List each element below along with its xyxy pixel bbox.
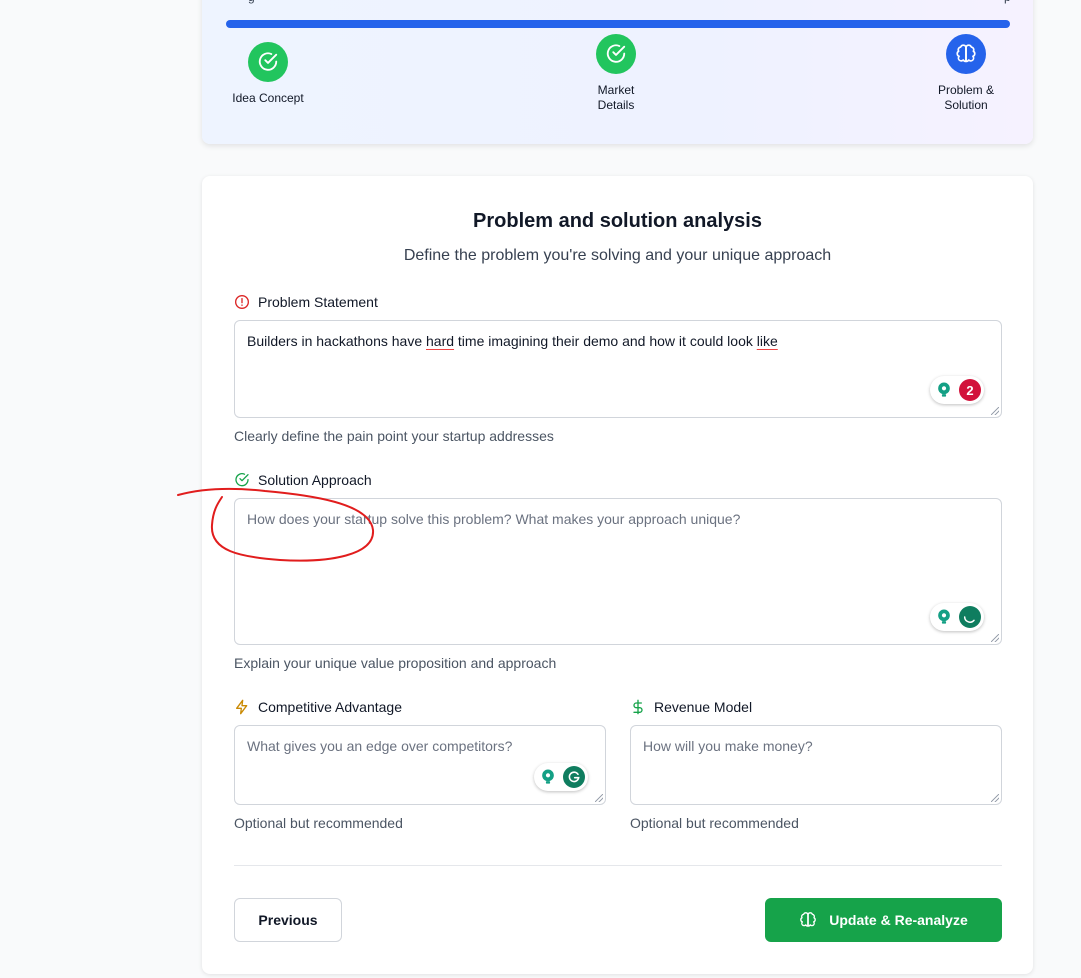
lightbulb-icon[interactable]	[933, 379, 955, 401]
solution-placeholder: How does your startup solve this problem…	[247, 511, 741, 527]
cut-off-text: p	[1004, 0, 1011, 4]
grammarly-widget[interactable]	[930, 603, 984, 631]
check-circle-icon	[235, 473, 249, 487]
problem-statement-label: Problem Statement	[234, 294, 378, 310]
step-label: Market Details	[597, 83, 635, 112]
problem-text-part: Builders in hackathons have	[247, 333, 426, 349]
grammarly-widget[interactable]: 2	[930, 376, 984, 404]
resize-handle[interactable]	[991, 407, 999, 415]
problem-helper-text: Clearly define the pain point your start…	[234, 428, 554, 444]
check-circle-icon	[596, 34, 636, 74]
lightning-icon	[236, 699, 248, 715]
step-label: Idea Concept	[232, 91, 304, 105]
update-reanalyze-button[interactable]: Update & Re-analyze	[765, 898, 1002, 942]
divider	[234, 865, 1002, 866]
resize-handle[interactable]	[991, 794, 999, 802]
solution-approach-input[interactable]: How does your startup solve this problem…	[234, 498, 1002, 645]
grammarly-issue-count[interactable]: 2	[959, 379, 981, 401]
update-button-label: Update & Re-analyze	[829, 912, 968, 928]
label-text: Problem Statement	[258, 294, 378, 310]
step-idea-concept[interactable]: Idea Concept	[218, 42, 318, 106]
revenue-model-input[interactable]: How will you make money?	[630, 725, 1002, 805]
grammarly-widget[interactable]	[534, 763, 588, 791]
brain-icon	[800, 912, 817, 927]
resize-handle[interactable]	[991, 634, 999, 642]
check-circle-icon	[248, 42, 288, 82]
competitive-advantage-label: Competitive Advantage	[234, 699, 402, 715]
step-problem-solution[interactable]: Problem & Solution	[925, 34, 1007, 113]
solution-approach-label: Solution Approach	[234, 472, 372, 488]
progress-bar	[226, 20, 1010, 28]
problem-statement-input[interactable]: Builders in hackathons have hard time im…	[234, 320, 1002, 418]
dollar-icon	[633, 699, 643, 715]
lightbulb-icon[interactable]	[933, 606, 955, 628]
step-label: Problem & Solution	[937, 83, 995, 112]
misspelled-word[interactable]: like	[757, 333, 778, 349]
problem-text-part: time imagining their demo and how it cou…	[454, 333, 757, 349]
revenue-placeholder: How will you make money?	[643, 738, 813, 754]
solution-helper-text: Explain your unique value proposition an…	[234, 655, 557, 671]
misspelled-word[interactable]: hard	[426, 333, 454, 349]
lightbulb-icon[interactable]	[537, 766, 559, 788]
alert-circle-icon	[235, 295, 249, 309]
cut-off-text: g	[248, 0, 255, 4]
resize-handle[interactable]	[595, 794, 603, 802]
previous-button[interactable]: Previous	[234, 898, 342, 942]
form-title: Problem and solution analysis	[473, 210, 762, 232]
competitive-placeholder: What gives you an edge over competitors?	[247, 738, 513, 754]
grammarly-g-icon[interactable]	[563, 766, 585, 788]
brain-icon	[946, 34, 986, 74]
revenue-helper-text: Optional but recommended	[630, 815, 799, 831]
label-text: Competitive Advantage	[258, 699, 402, 715]
form-subtitle: Define the problem you're solving and yo…	[403, 247, 832, 264]
step-market-details[interactable]: Market Details	[576, 34, 656, 113]
competitive-helper-text: Optional but recommended	[234, 815, 403, 831]
revenue-model-label: Revenue Model	[630, 699, 752, 715]
grammarly-loading-icon[interactable]	[959, 606, 981, 628]
label-text: Solution Approach	[258, 472, 372, 488]
label-text: Revenue Model	[654, 699, 753, 715]
